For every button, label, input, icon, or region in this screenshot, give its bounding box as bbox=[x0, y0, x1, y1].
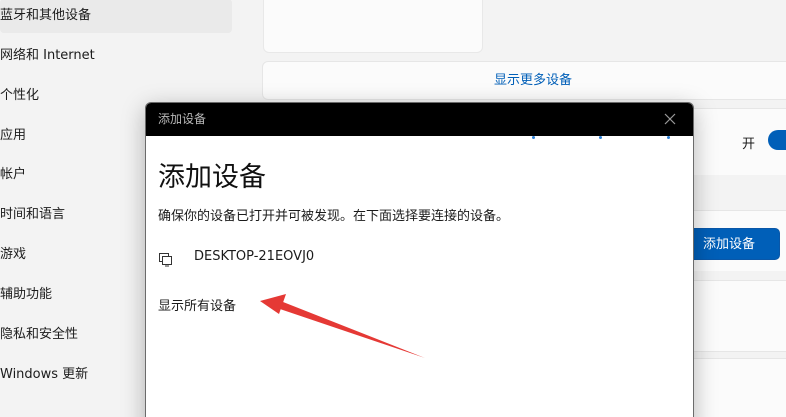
sidebar-item-bluetooth[interactable]: 蓝牙和其他设备 bbox=[0, 0, 232, 33]
show-all-devices-link[interactable]: 显示所有设备 bbox=[158, 295, 236, 314]
toggle-state-label: 开 bbox=[742, 137, 756, 152]
show-more-card: 显示更多设备 bbox=[262, 61, 786, 100]
setting-card bbox=[690, 280, 786, 352]
dialog-titlebar[interactable]: 添加设备 bbox=[146, 103, 693, 136]
dialog-heading: 添加设备 bbox=[158, 162, 266, 193]
dialog-description: 确保你的设备已打开并可被发现。在下面选择要连接的设备。 bbox=[158, 209, 510, 224]
searching-progress-indicator bbox=[146, 136, 693, 140]
close-button[interactable] bbox=[647, 103, 693, 136]
settings-window: 蓝牙和其他设备 网络和 Internet 个性化 应用 帐户 时间和语言 游戏 … bbox=[0, 0, 786, 417]
computer-icon bbox=[159, 253, 172, 267]
device-name: DESKTOP-21EOVJ0 bbox=[194, 249, 315, 264]
bluetooth-toggle[interactable] bbox=[768, 130, 786, 150]
add-device-dialog: 添加设备 添加设备 确保你的设备已打开并可被发现。在下面选择要连接的设备。 DE… bbox=[145, 102, 694, 417]
progress-dot bbox=[599, 136, 602, 139]
device-card bbox=[263, 0, 483, 53]
sidebar-item-label: 时间和语言 bbox=[0, 207, 66, 222]
sidebar-item-label: 个性化 bbox=[0, 88, 40, 103]
close-icon bbox=[664, 113, 676, 125]
sidebar-item-label: 蓝牙和其他设备 bbox=[0, 8, 92, 23]
sidebar-item-label: 应用 bbox=[0, 128, 27, 143]
show-more-devices-link[interactable]: 显示更多设备 bbox=[263, 62, 786, 99]
sidebar-item-label: 游戏 bbox=[0, 247, 27, 262]
device-list-item[interactable]: DESKTOP-21EOVJ0 bbox=[158, 245, 458, 271]
sidebar-item-label: 隐私和安全性 bbox=[0, 327, 79, 342]
sidebar-item-label: Windows 更新 bbox=[0, 367, 89, 382]
sidebar-item-network[interactable]: 网络和 Internet bbox=[0, 39, 232, 73]
progress-dot bbox=[532, 136, 535, 139]
sidebar-item-label: 网络和 Internet bbox=[0, 48, 95, 63]
setting-card bbox=[690, 358, 786, 417]
sidebar-item-label: 辅助功能 bbox=[0, 287, 53, 302]
progress-dot bbox=[667, 136, 670, 139]
dialog-title: 添加设备 bbox=[158, 112, 207, 126]
sidebar-item-label: 帐户 bbox=[0, 167, 27, 182]
